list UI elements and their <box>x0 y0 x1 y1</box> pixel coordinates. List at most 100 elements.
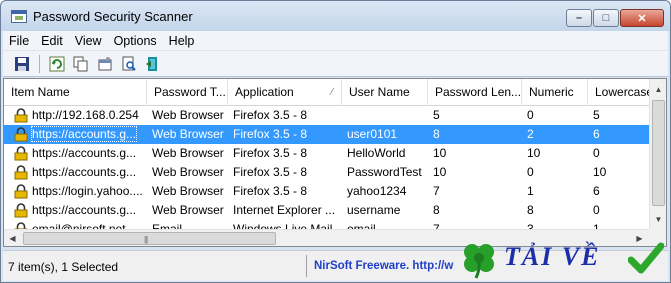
refresh-icon[interactable] <box>48 55 66 73</box>
cell-password-length-text: 8 <box>433 127 440 141</box>
cell-application-text: Firefox 3.5 - 8 <box>233 108 308 122</box>
cell-password-length: 8 <box>428 125 522 144</box>
cell-item-name-text: http://192.168.0.254 <box>32 108 139 122</box>
lock-icon <box>14 165 28 180</box>
cell-password-type: Web Browser <box>147 144 228 163</box>
cell-item-name: https://login.yahoo.... <box>4 182 147 201</box>
table-row[interactable]: http://192.168.0.254 Web Browser Firefox 3… <box>4 106 649 125</box>
cell-password-length: 5 <box>428 106 522 125</box>
cell-lowercase-text: 6 <box>593 184 600 198</box>
menu-view[interactable]: View <box>69 34 108 48</box>
menu-options[interactable]: Options <box>108 34 163 48</box>
cell-password-type: Web Browser <box>147 182 228 201</box>
cell-item-name: http://192.168.0.254 <box>4 106 147 125</box>
cell-item-name: https://accounts.g... <box>4 144 147 163</box>
minimize-button[interactable]: – <box>566 9 592 27</box>
column-header-password-type[interactable]: Password T... <box>147 79 228 106</box>
cell-user-name: PasswordTest <box>342 163 428 182</box>
column-header-numeric[interactable]: Numeric <box>522 79 588 106</box>
vertical-scrollbar[interactable]: ▲ ▼ <box>649 79 666 229</box>
table-row[interactable]: https://login.yahoo.... Web Browser Firefo… <box>4 182 649 201</box>
nirsoft-link[interactable]: NirSoft Freeware. http://w <box>314 260 453 272</box>
cell-lowercase-text: 6 <box>593 127 600 141</box>
cell-lowercase: 6 <box>588 182 649 201</box>
lock-icon <box>14 127 28 142</box>
copy-icon[interactable] <box>72 55 90 73</box>
cell-password-length-text: 10 <box>433 146 447 160</box>
cell-numeric-text: 1 <box>527 184 534 198</box>
cell-lowercase-text: 0 <box>593 203 600 217</box>
cell-password-length-text: 8 <box>433 203 440 217</box>
cell-user-name: HelloWorld <box>342 144 428 163</box>
cell-user-name-text: HelloWorld <box>347 146 406 160</box>
cell-application-text: Firefox 3.5 - 8 <box>233 165 308 179</box>
app-icon <box>11 10 27 23</box>
cell-application-text: Firefox 3.5 - 8 <box>233 184 308 198</box>
table-row[interactable]: https://accounts.g... Web Browser Firefox … <box>4 144 649 163</box>
cell-item-name-text: https://login.yahoo.... <box>32 184 143 198</box>
cell-user-name: user0101 <box>342 125 428 144</box>
cell-numeric-text: 10 <box>527 146 541 160</box>
cell-password-type: Web Browser <box>147 106 228 125</box>
cell-numeric: 2 <box>522 125 588 144</box>
clover-icon <box>464 244 494 279</box>
maximize-button[interactable]: □ <box>593 9 619 27</box>
cell-lowercase: 5 <box>588 106 649 125</box>
status-item-count: 7 item(s), 1 Selected <box>8 260 119 274</box>
column-header-lowercase[interactable]: Lowercase <box>588 79 654 106</box>
menu-file[interactable]: File <box>3 34 35 48</box>
password-list[interactable]: Item Name Password T... Application ⁄ Us… <box>3 78 667 247</box>
table-row[interactable]: https://accounts.g... Web Browser Firefox … <box>4 125 649 144</box>
cell-numeric-text: 0 <box>527 108 534 122</box>
cell-item-name-text: https://accounts.g... <box>30 126 138 142</box>
cell-application-text: Firefox 3.5 - 8 <box>233 127 308 141</box>
cell-application: Firefox 3.5 - 8 <box>228 163 342 182</box>
cell-lowercase: 0 <box>588 144 649 163</box>
cell-lowercase: 0 <box>588 201 649 220</box>
cell-password-type-text: Web Browser <box>152 108 224 122</box>
column-header-item-name[interactable]: Item Name <box>4 79 147 106</box>
title-bar[interactable]: Password Security Scanner – □ ✕ <box>1 1 670 31</box>
cell-item-name-text: https://accounts.g... <box>32 203 137 217</box>
column-header-application[interactable]: Application ⁄ <box>228 79 342 106</box>
cell-user-name <box>342 106 428 125</box>
cell-user-name: yahoo1234 <box>342 182 428 201</box>
menu-edit[interactable]: Edit <box>35 34 69 48</box>
cell-lowercase-text: 0 <box>593 146 600 160</box>
scroll-grip-icon: ||| <box>144 235 148 244</box>
cell-password-type-text: Web Browser <box>152 184 224 198</box>
window-title: Password Security Scanner <box>33 9 193 24</box>
cell-application: Firefox 3.5 - 8 <box>228 106 342 125</box>
cell-item-name-text: https://accounts.g... <box>32 146 137 160</box>
save-icon[interactable] <box>13 55 31 73</box>
cell-numeric-text: 8 <box>527 203 534 217</box>
scroll-left-icon[interactable]: ◀ <box>4 230 21 246</box>
menu-help[interactable]: Help <box>163 34 201 48</box>
vertical-scroll-thumb[interactable] <box>652 100 665 206</box>
cell-numeric: 0 <box>522 106 588 125</box>
column-header-password-length[interactable]: Password Len... <box>428 79 522 106</box>
exit-icon[interactable] <box>144 55 162 73</box>
cell-item-name: https://accounts.g... <box>4 201 147 220</box>
cell-password-length: 8 <box>428 201 522 220</box>
table-row[interactable]: https://accounts.g... Web Browser Firefox … <box>4 163 649 182</box>
cell-password-type-text: Web Browser <box>152 165 224 179</box>
cell-lowercase-text: 10 <box>593 165 607 179</box>
cell-application: Firefox 3.5 - 8 <box>228 182 342 201</box>
cell-numeric-text: 0 <box>527 165 534 179</box>
scroll-up-icon[interactable]: ▲ <box>651 81 666 97</box>
scroll-down-icon[interactable]: ▼ <box>651 211 666 227</box>
cell-lowercase: 10 <box>588 163 649 182</box>
column-header-user-name[interactable]: User Name <box>342 79 428 106</box>
cell-password-type-text: Web Browser <box>152 127 224 141</box>
cell-password-length: 7 <box>428 182 522 201</box>
cell-application: Internet Explorer ... <box>228 201 342 220</box>
find-icon[interactable] <box>120 55 138 73</box>
table-row[interactable]: https://accounts.g... Web Browser Internet… <box>4 201 649 220</box>
horizontal-scroll-thumb[interactable]: ||| <box>23 232 276 245</box>
close-button[interactable]: ✕ <box>620 9 664 27</box>
cell-application-text: Firefox 3.5 - 8 <box>233 146 308 160</box>
cell-user-name-text: yahoo1234 <box>347 184 407 198</box>
properties-icon[interactable] <box>96 55 114 73</box>
cell-password-length: 10 <box>428 163 522 182</box>
